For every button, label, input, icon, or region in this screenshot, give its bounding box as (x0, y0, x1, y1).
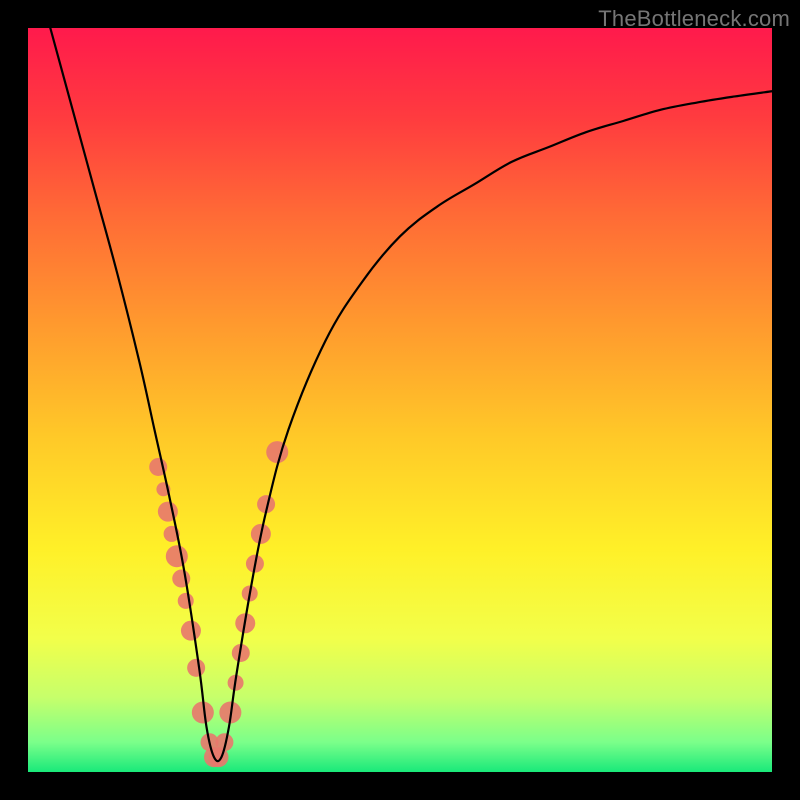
bottleneck-curve (50, 28, 772, 761)
chart-svg (28, 28, 772, 772)
scatter-point (266, 441, 288, 463)
chart-frame: TheBottleneck.com (0, 0, 800, 800)
scatter-points-group (149, 441, 288, 767)
scatter-point (181, 621, 201, 641)
scatter-point (187, 659, 205, 677)
scatter-point (178, 593, 194, 609)
watermark-text: TheBottleneck.com (598, 6, 790, 32)
scatter-point (166, 545, 188, 567)
